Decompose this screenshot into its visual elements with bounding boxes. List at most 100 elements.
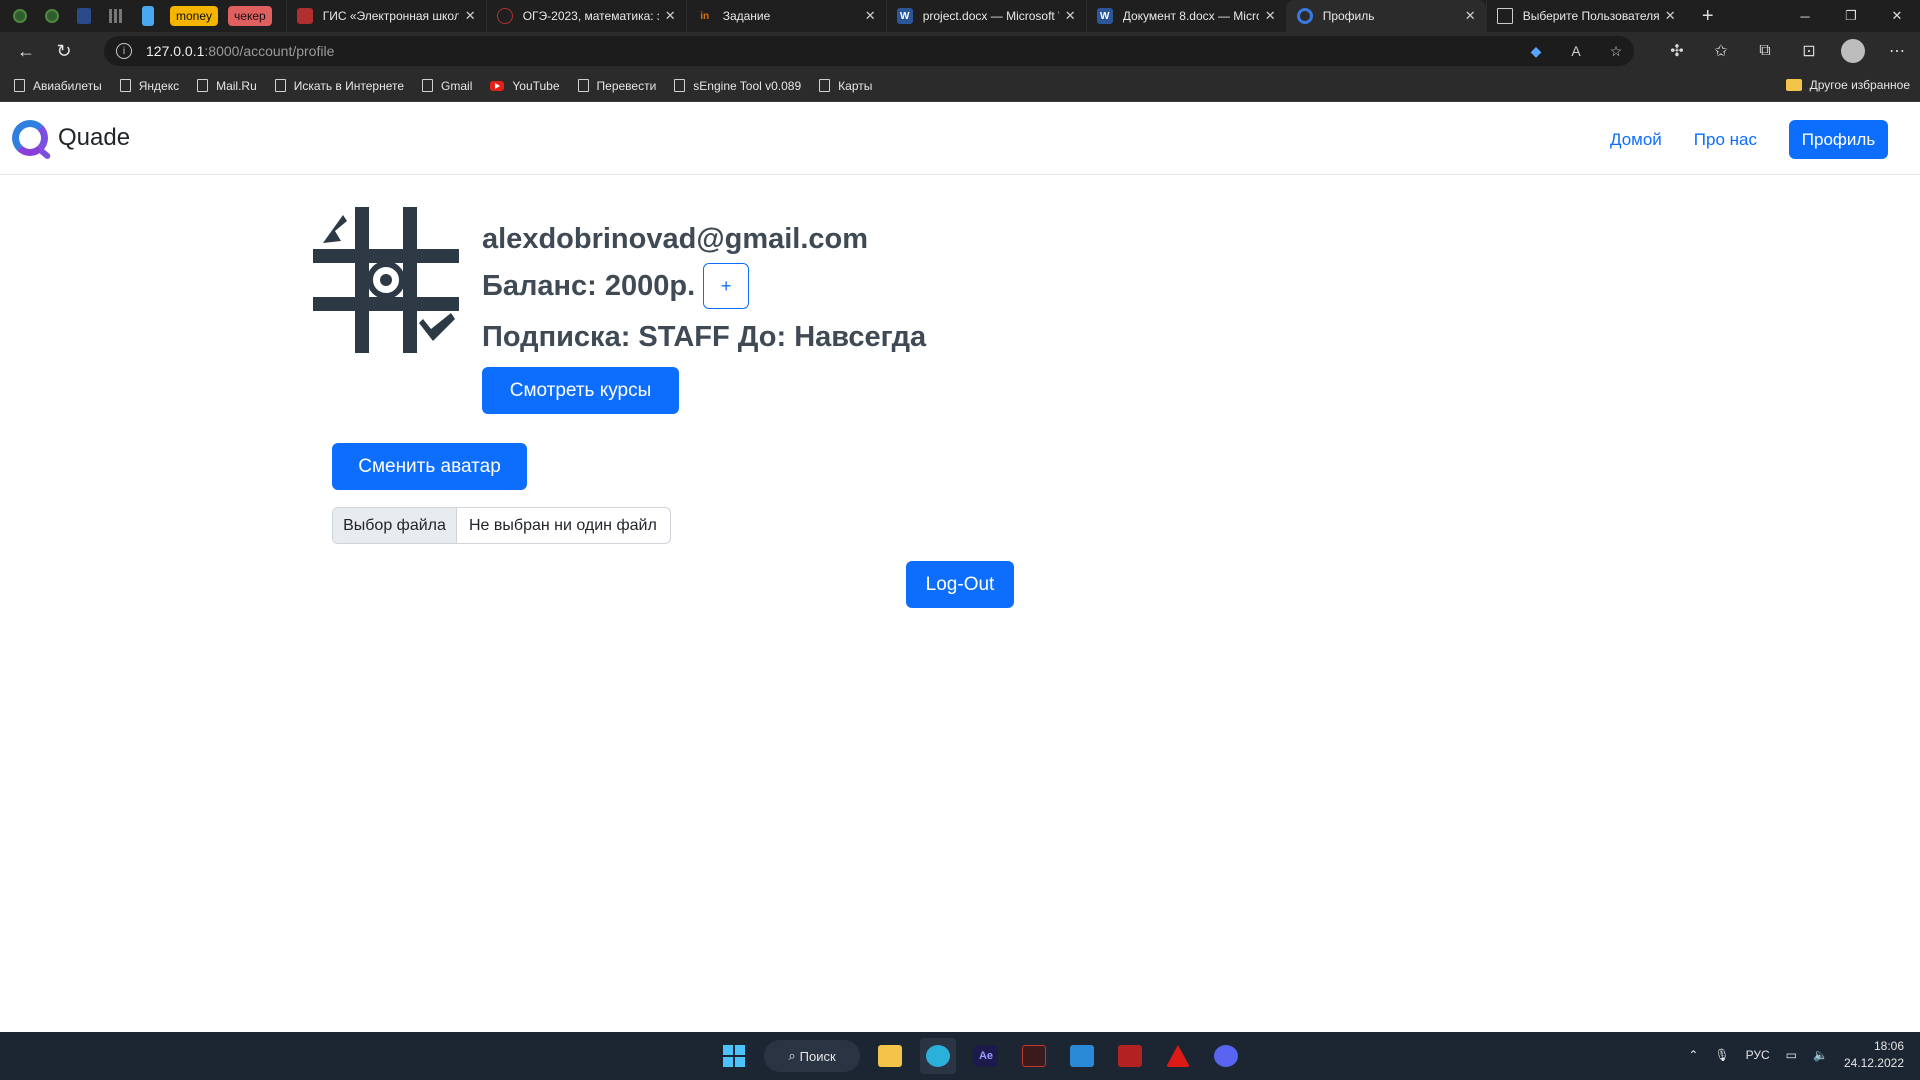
pinned-tab-5[interactable] xyxy=(136,4,160,28)
restore-icon[interactable]: ❐ xyxy=(1828,0,1874,32)
bookmark-search[interactable]: Искать в Интернете xyxy=(274,79,404,93)
bookmark-gmail[interactable]: Gmail xyxy=(422,79,472,93)
brand[interactable]: Quade xyxy=(12,120,130,156)
close-icon[interactable]: ✕ xyxy=(665,8,676,24)
favorites-icon[interactable]: ✩ xyxy=(1706,36,1736,66)
back-button[interactable]: ← xyxy=(8,36,44,66)
bookmark-label: Карты xyxy=(838,78,873,93)
avatar-file-input[interactable]: Выбор файла Не выбран ни один файл xyxy=(332,507,671,544)
bookmark-maps[interactable]: Карты xyxy=(819,79,872,93)
pinned-tab-1[interactable] xyxy=(8,4,32,28)
profile-avatar-icon[interactable] xyxy=(1838,36,1868,66)
bookmark-label: Mail.Ru xyxy=(216,78,257,93)
nav-profile-button[interactable]: Профиль xyxy=(1789,120,1888,159)
close-icon[interactable]: ✕ xyxy=(1665,8,1676,24)
after-effects-button[interactable]: Ae xyxy=(968,1038,1004,1074)
refresh-button[interactable]: ↻ xyxy=(46,36,82,66)
more-icon[interactable]: ⋯ xyxy=(1882,36,1912,66)
tab-profile[interactable]: Профиль ✕ xyxy=(1285,0,1486,32)
network-icon[interactable]: ▭ xyxy=(1786,1048,1797,1062)
search-label: Поиск xyxy=(799,1048,836,1064)
tab-group-money[interactable]: money xyxy=(170,6,219,26)
pinned-tab-3[interactable] xyxy=(72,4,96,28)
bookmark-label: Перевести xyxy=(596,78,657,93)
tab-project-docx[interactable]: W project.docx — Microsoft Word ✕ xyxy=(885,0,1086,32)
profile-email: alexdobrinovad@gmail.com xyxy=(482,223,869,255)
start-button[interactable] xyxy=(716,1038,752,1074)
vscode-button[interactable] xyxy=(1064,1038,1100,1074)
bookmark-yandex[interactable]: Яндекс xyxy=(119,78,180,93)
bookmark-label: Яндекс xyxy=(138,78,180,93)
tab-title: Выберите Пользователя xyxy=(1522,9,1659,23)
tab-choose-user[interactable]: Выберите Пользователя ✕ xyxy=(1485,0,1686,32)
language-indicator[interactable]: РУС xyxy=(1746,1048,1770,1062)
microphone-icon[interactable]: 🎙 xyxy=(1714,1048,1729,1062)
add-favorite-icon[interactable]: ☆ xyxy=(1606,41,1626,61)
tab-document8[interactable]: W Документ 8.docx — Microsoft Word ✕ xyxy=(1085,0,1286,32)
clock-date: 24.12.2022 xyxy=(1843,1056,1904,1070)
close-icon[interactable]: ✕ xyxy=(465,8,476,24)
tab-school[interactable]: ГИС «Электронная школа» ✕ xyxy=(285,0,486,32)
system-tray: ⌃ 🎙 РУС ▭ 🔈 18:06 24.12.2022 xyxy=(1688,1038,1904,1072)
minimize-icon[interactable]: ─ xyxy=(1782,0,1828,32)
dota-button[interactable] xyxy=(1112,1038,1148,1074)
phone-icon xyxy=(142,6,154,26)
screenshot-icon[interactable]: ⊡ xyxy=(1794,36,1824,66)
close-icon[interactable]: ✕ xyxy=(1065,8,1076,24)
other-favorites[interactable]: Другое избранное xyxy=(1785,78,1910,92)
read-aloud-icon[interactable]: A xyxy=(1566,41,1586,61)
pinned-tab-4[interactable] xyxy=(104,4,128,28)
bookmarks-bar: Авиабилеты Яндекс Mail.Ru Искать в Интер… xyxy=(0,70,1920,102)
file-explorer-button[interactable] xyxy=(872,1038,908,1074)
page-icon xyxy=(577,79,589,92)
nav-about-link[interactable]: Про нас xyxy=(1694,130,1757,150)
bookmark-avia[interactable]: Авиабилеты xyxy=(14,79,102,93)
tab-title: project.docx — Microsoft Word xyxy=(922,9,1059,23)
choose-file-button[interactable]: Выбор файла xyxy=(333,508,457,543)
tab-task[interactable]: in Задание ✕ xyxy=(685,0,886,32)
bookmark-youtube[interactable]: YouTube xyxy=(490,78,560,93)
view-courses-button[interactable]: Смотреть курсы xyxy=(482,367,679,414)
dota-icon xyxy=(1118,1045,1142,1067)
close-window-icon[interactable]: ✕ xyxy=(1874,0,1920,32)
address-bar[interactable]: i 127.0.0.1 :8000/account/profile ◆ A ☆ xyxy=(104,36,1634,66)
nav-links: Домой Про нас Профиль xyxy=(1610,120,1888,159)
document-icon xyxy=(77,8,91,24)
app-red-button[interactable] xyxy=(1016,1038,1052,1074)
volume-icon[interactable]: 🔈 xyxy=(1813,1048,1828,1062)
site-navbar: Quade Домой Про нас Профиль xyxy=(0,103,1920,175)
pinned-tab-2[interactable] xyxy=(40,4,64,28)
close-icon[interactable]: ✕ xyxy=(1265,8,1276,24)
close-icon[interactable]: ✕ xyxy=(865,8,876,24)
nav-home-link[interactable]: Домой xyxy=(1610,130,1662,150)
edge-button[interactable] xyxy=(920,1038,956,1074)
bookmark-mailru[interactable]: Mail.Ru xyxy=(197,79,257,93)
angular-icon xyxy=(1166,1045,1190,1067)
bookmark-label: sEngine Tool v0.089 xyxy=(693,78,802,93)
collections-icon[interactable]: ⧉ xyxy=(1750,36,1780,66)
site-info-icon[interactable]: i xyxy=(116,43,132,59)
angular-button[interactable] xyxy=(1160,1038,1196,1074)
add-balance-button[interactable]: + xyxy=(703,263,750,309)
oge-favicon-icon xyxy=(496,8,513,24)
taskbar-search[interactable]: ⌕ Поиск xyxy=(764,1040,860,1072)
new-tab-button[interactable]: + xyxy=(1692,0,1724,32)
bookmark-label: YouTube xyxy=(512,78,560,93)
tag-icon[interactable]: ◆ xyxy=(1526,41,1546,61)
close-icon[interactable]: ✕ xyxy=(1465,8,1476,24)
bookmark-sengine[interactable]: sEngine Tool v0.089 xyxy=(674,79,801,93)
extensions-icon[interactable]: ✣ xyxy=(1662,36,1692,66)
user-avatar xyxy=(313,207,459,353)
windows-logo-icon xyxy=(723,1045,745,1067)
browser-tabstrip: money чекер ГИС «Электронная школа» ✕ ОГ… xyxy=(0,0,1920,32)
bookmark-translate[interactable]: Перевести xyxy=(577,78,657,93)
tab-oge[interactable]: ОГЭ-2023, математика: задания ✕ xyxy=(485,0,686,32)
chevron-up-icon[interactable]: ⌃ xyxy=(1688,1048,1698,1062)
tab-group-checker[interactable]: чекер xyxy=(228,6,272,26)
address-bar-actions: ◆ A ☆ xyxy=(1526,41,1626,61)
after-effects-icon: Ae xyxy=(974,1045,998,1067)
logout-button[interactable]: Log-Out xyxy=(906,561,1014,608)
clock[interactable]: 18:06 24.12.2022 xyxy=(1844,1038,1904,1072)
discord-button[interactable] xyxy=(1208,1038,1244,1074)
change-avatar-button[interactable]: Сменить аватар xyxy=(332,443,527,490)
